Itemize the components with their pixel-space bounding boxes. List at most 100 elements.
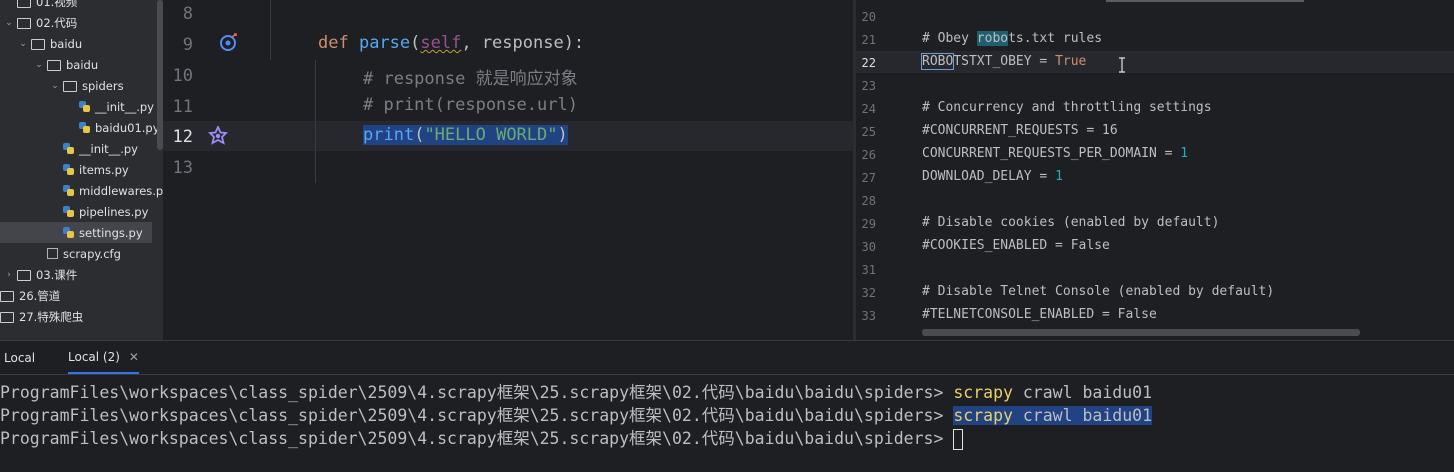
code-comment[interactable]: # Disable cookies (enabled by default)	[922, 215, 1219, 230]
terminal-cursor[interactable]	[953, 429, 964, 450]
tree-item[interactable]: __init__.py	[0, 96, 154, 117]
line-number: 30	[861, 240, 876, 254]
tree-item[interactable]: 26.管道	[0, 285, 60, 306]
tree-item-label: pipelines.py	[79, 204, 149, 219]
tree-item-label: 03.课件	[36, 267, 78, 282]
horizontal-scrollbar[interactable]	[922, 329, 1360, 336]
tree-item[interactable]: middlewares.py	[0, 180, 163, 201]
tree-item-label: baidu	[50, 36, 83, 51]
string-literal: "HELLO WORLD"	[424, 125, 558, 145]
tree-item[interactable]: 01.视频	[0, 0, 77, 12]
tree-item[interactable]: ⌄ spiders	[0, 75, 123, 96]
tab-label: Local (2)	[68, 349, 120, 364]
run-debug-icon[interactable]	[208, 126, 228, 146]
search-match-current: ROBO	[920, 53, 955, 70]
code-comment[interactable]: # Obey robots.txt rules	[922, 31, 1102, 46]
chevron-down-icon[interactable]: ⌄	[34, 60, 44, 70]
self-param: self	[420, 33, 462, 53]
function-name: parse	[358, 33, 411, 53]
tree-item[interactable]: items.py	[0, 159, 129, 180]
terminal-line[interactable]: ProgramFiles\workspaces\class_spider\250…	[0, 402, 1153, 426]
tree-item[interactable]: ⌄ baidu	[0, 54, 98, 75]
folder-icon	[63, 81, 77, 92]
chevron-down-icon[interactable]: ⌄	[18, 39, 28, 49]
code-line-print[interactable]: print("HELLO WORLD")	[363, 125, 568, 145]
folder-icon	[0, 291, 14, 302]
line-number: 27	[861, 171, 876, 185]
code-text: CONCURRENT_REQUESTS_PER_DOMAIN =	[922, 146, 1181, 161]
folder-icon	[0, 312, 14, 323]
command-word: scrapy	[953, 406, 1013, 425]
line-number: 31	[861, 263, 876, 277]
keyword: def	[318, 33, 359, 53]
project-tree[interactable]: 01.视频 ⌄ 02.代码 ⌄ baidu ⌄ baidu ⌄ spiders __init__.…	[0, 0, 163, 340]
tab-local[interactable]: Local	[4, 341, 35, 374]
code-text: TSTXT_OBEY =	[953, 54, 1056, 69]
code-comment[interactable]: #CONCURRENT_REQUESTS = 16	[922, 123, 1118, 138]
python-file-icon	[63, 206, 74, 217]
comment-text: ts.txt rules	[1008, 31, 1103, 46]
line-number: 22	[861, 56, 876, 70]
code-line-def[interactable]: def parse(self, response):	[318, 33, 584, 53]
code-line[interactable]: CONCURRENT_REQUESTS_PER_DOMAIN = 1	[922, 146, 1188, 161]
print-call: print	[363, 125, 415, 145]
number-literal: 1	[1180, 146, 1189, 161]
code-comment[interactable]: # Concurrency and throttling settings	[922, 100, 1212, 115]
tree-item[interactable]: pipelines.py	[0, 201, 148, 222]
tree-item[interactable]: ⌄ baidu	[0, 33, 82, 54]
top-scroll-indicator	[1106, 0, 1304, 2]
close-icon[interactable]: ✕	[129, 350, 139, 364]
folder-icon	[31, 39, 45, 50]
line-number: 11	[172, 97, 193, 117]
terminal-line[interactable]: ProgramFiles\workspaces\class_spider\250…	[0, 379, 1152, 403]
line-number: 13	[172, 158, 193, 178]
folder-icon	[47, 60, 61, 71]
folder-icon	[17, 270, 31, 281]
tree-item[interactable]: settings.py	[0, 222, 152, 243]
line-number: 25	[861, 125, 876, 139]
code-line[interactable]: DOWNLOAD_DELAY = 1	[922, 169, 1063, 184]
chevron-right-icon[interactable]: ›	[4, 270, 14, 280]
chevron-down-icon[interactable]: ⌄	[50, 81, 60, 91]
params: , response):	[461, 33, 585, 53]
line-number: 24	[861, 102, 876, 116]
tree-item[interactable]: ⌄ 02.代码	[0, 12, 77, 33]
editor-settings[interactable]: 20 21 22 23 24 25 26 27 28 29 30 31 32 33 # Obey robo…	[856, 0, 1454, 340]
tree-item[interactable]: › 03.课件	[0, 264, 77, 285]
tree-item[interactable]: __init__.py	[0, 138, 138, 159]
code-comment[interactable]: #TELNETCONSOLE_ENABLED = False	[922, 307, 1157, 322]
editor-baidu01[interactable]: 8 9 10 11 12 13 def parse(self, response…	[163, 0, 853, 340]
command-word: scrapy	[953, 383, 1013, 402]
code-comment[interactable]: #COOKIES_ENABLED = False	[922, 238, 1110, 253]
override-method-icon[interactable]	[219, 33, 239, 53]
terminal-line[interactable]: ProgramFiles\workspaces\class_spider\250…	[0, 425, 964, 450]
prompt: ProgramFiles\workspaces\class_spider\250…	[0, 383, 944, 402]
paren: (	[410, 33, 421, 53]
code-comment[interactable]: # Disable Telnet Console (enabled by def…	[922, 284, 1274, 299]
command-args: crawl baidu01	[1012, 406, 1153, 425]
line-number: 28	[861, 194, 876, 208]
tree-item-label: 27.特殊爬虫	[19, 309, 84, 324]
code-comment[interactable]: # print(response.url)	[363, 95, 578, 115]
code-comment[interactable]: # response 就是响应对象	[363, 64, 578, 89]
folder-icon	[17, 0, 31, 8]
tree-item-label: __init__.py	[95, 99, 154, 114]
prompt: ProgramFiles\workspaces\class_spider\250…	[0, 406, 944, 425]
line-number: 9	[182, 35, 193, 55]
tree-item-label: 26.管道	[19, 288, 61, 303]
line-number: 33	[861, 309, 876, 323]
tab-local-2[interactable]: Local (2) ✕	[68, 341, 139, 374]
indent-guide	[270, 0, 271, 60]
chevron-down-icon[interactable]: ⌄	[4, 18, 14, 28]
terminal-panel[interactable]: Local Local (2) ✕ ProgramFiles\workspaces…	[0, 340, 1454, 472]
search-match: robo	[976, 31, 1009, 46]
tree-item[interactable]: 27.特殊爬虫	[0, 306, 83, 327]
line-number: 32	[861, 286, 876, 300]
tree-item-label: __init__.py	[79, 141, 138, 156]
tab-label: Local	[4, 350, 36, 365]
python-file-icon	[63, 185, 74, 196]
tree-item[interactable]: baidu01.py	[0, 117, 160, 138]
number-literal: 1	[1055, 169, 1063, 184]
code-line-robotstxt[interactable]: ROBOTSTXT_OBEY = True	[920, 53, 1086, 70]
tree-item[interactable]: scrapy.cfg	[0, 243, 121, 264]
